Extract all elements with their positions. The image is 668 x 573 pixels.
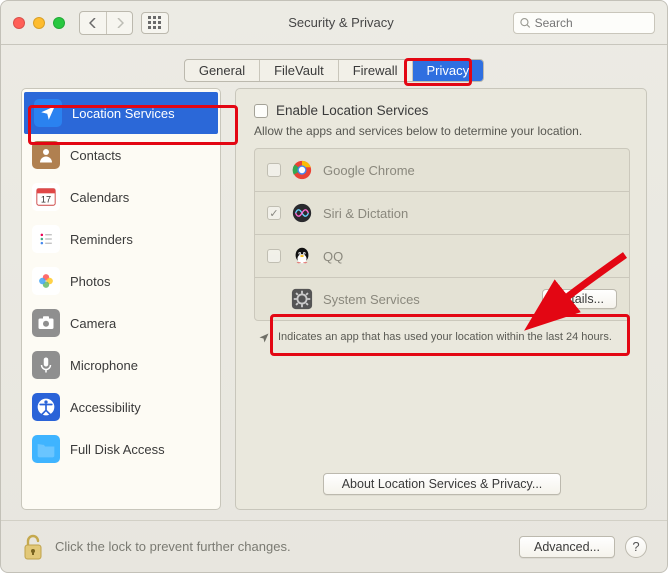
sidebar-item-label: Full Disk Access	[70, 442, 165, 457]
qq-icon	[291, 245, 313, 267]
search-icon	[520, 17, 531, 29]
app-row-qq: QQ	[255, 235, 629, 278]
usage-indicator-note: Indicates an app that has used your loca…	[254, 321, 630, 344]
app-name: Siri & Dictation	[323, 206, 617, 221]
sidebar-item-label: Location Services	[72, 106, 175, 121]
back-button[interactable]	[80, 12, 106, 34]
sidebar-item-reminders[interactable]: Reminders	[22, 218, 220, 260]
usage-indicator-text: Indicates an app that has used your loca…	[278, 331, 612, 343]
help-icon: ?	[632, 539, 639, 554]
app-checkbox[interactable]	[267, 249, 281, 263]
reminders-icon	[32, 225, 60, 253]
chrome-icon	[291, 159, 313, 181]
preferences-window: Security & Privacy GeneralFileVaultFirew…	[0, 0, 668, 573]
sidebar-item-photos[interactable]: Photos	[22, 260, 220, 302]
sidebar-item-label: Contacts	[70, 148, 121, 163]
zoom-icon[interactable]	[53, 17, 65, 29]
folder-icon	[32, 435, 60, 463]
search-input[interactable]	[535, 16, 648, 30]
app-checkbox[interactable]	[267, 163, 281, 177]
sidebar-item-calendars[interactable]: 17 Calendars	[22, 176, 220, 218]
app-list: Google Chrome Siri & Dictation QQ System Se…	[254, 148, 630, 321]
location-icon	[34, 99, 62, 127]
tab-general[interactable]: General	[185, 60, 260, 81]
close-icon[interactable]	[13, 17, 25, 29]
about-location-button[interactable]: About Location Services & Privacy...	[323, 473, 562, 495]
sidebar-item-microphone[interactable]: Microphone	[22, 344, 220, 386]
minimize-icon[interactable]	[33, 17, 45, 29]
forward-button[interactable]	[106, 12, 132, 34]
nav-buttons	[79, 11, 133, 35]
grid-icon	[148, 16, 162, 30]
microphone-icon	[32, 351, 60, 379]
app-row-siri-dictation: Siri & Dictation	[255, 192, 629, 235]
svg-text:17: 17	[41, 195, 51, 205]
app-row-google-chrome: Google Chrome	[255, 149, 629, 192]
sidebar-item-camera[interactable]: Camera	[22, 302, 220, 344]
lock-icon[interactable]	[21, 532, 45, 562]
photos-icon	[32, 267, 60, 295]
enable-location-row[interactable]: Enable Location Services	[254, 103, 630, 118]
tab-filevault[interactable]: FileVault	[260, 60, 339, 81]
advanced-button[interactable]: Advanced...	[519, 536, 615, 558]
app-checkbox[interactable]	[267, 206, 281, 220]
sidebar-item-label: Reminders	[70, 232, 133, 247]
details-button[interactable]: Details...	[542, 289, 617, 309]
window-controls	[13, 17, 65, 29]
allow-apps-description: Allow the apps and services below to det…	[254, 124, 630, 138]
sidebar-item-full-disk-access[interactable]: Full Disk Access	[22, 428, 220, 470]
window-title: Security & Privacy	[177, 15, 505, 30]
calendar-icon: 17	[32, 183, 60, 211]
gear-icon	[291, 288, 313, 310]
search-field[interactable]	[513, 12, 655, 34]
tab-firewall[interactable]: Firewall	[339, 60, 413, 81]
privacy-sidebar: Location Services Contacts 17 Calendars Remi…	[21, 88, 221, 510]
sidebar-item-label: Photos	[70, 274, 110, 289]
sidebar-item-label: Microphone	[70, 358, 138, 373]
sidebar-item-label: Camera	[70, 316, 116, 331]
app-name: QQ	[323, 249, 617, 264]
enable-location-checkbox[interactable]	[254, 104, 268, 118]
sidebar-item-accessibility[interactable]: Accessibility	[22, 386, 220, 428]
enable-location-label: Enable Location Services	[276, 103, 428, 118]
siri-icon	[291, 202, 313, 224]
content-pane: Enable Location Services Allow the apps …	[235, 88, 647, 510]
sidebar-item-contacts[interactable]: Contacts	[22, 134, 220, 176]
help-button[interactable]: ?	[625, 536, 647, 558]
show-all-button[interactable]	[141, 12, 169, 34]
tab-bar: GeneralFileVaultFirewallPrivacy	[1, 45, 667, 88]
sidebar-item-label: Calendars	[70, 190, 129, 205]
tab-privacy[interactable]: Privacy	[413, 60, 484, 81]
location-arrow-icon	[258, 332, 270, 344]
app-row-system-services: System Services Details...	[255, 278, 629, 320]
sidebar-item-label: Accessibility	[70, 400, 141, 415]
sidebar-item-location-services[interactable]: Location Services	[24, 92, 218, 134]
camera-icon	[32, 309, 60, 337]
app-name: Google Chrome	[323, 163, 617, 178]
contacts-icon	[32, 141, 60, 169]
titlebar: Security & Privacy	[1, 1, 667, 45]
accessibility-icon	[32, 393, 60, 421]
app-name: System Services	[323, 292, 532, 307]
lock-text: Click the lock to prevent further change…	[55, 539, 291, 554]
footer: Click the lock to prevent further change…	[1, 520, 667, 572]
